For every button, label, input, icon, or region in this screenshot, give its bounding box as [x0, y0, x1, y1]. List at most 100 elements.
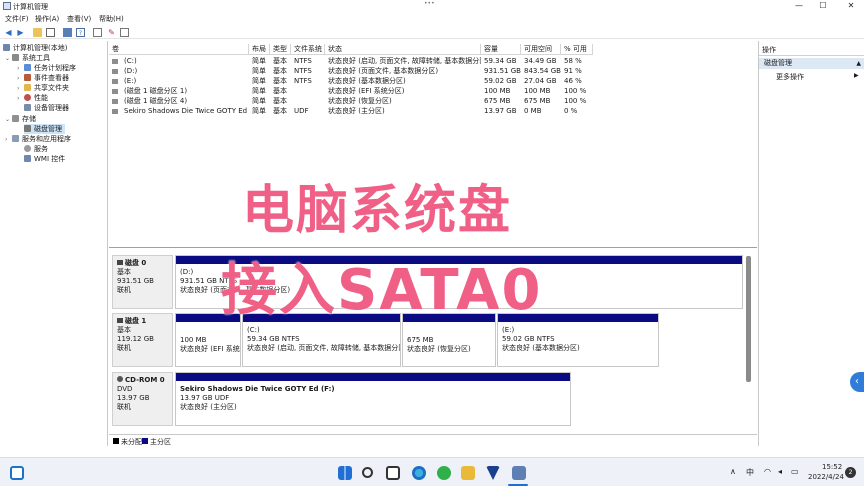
actions-disk-management[interactable]: 磁盘管理 ▲ [759, 58, 864, 69]
ime-indicator[interactable]: 中 [746, 467, 754, 478]
properties-icon[interactable] [63, 28, 72, 37]
more-options-dots[interactable]: ••• [424, 0, 435, 7]
menu-view[interactable]: 查看(V) [67, 14, 91, 24]
tree-item-services-and-apps[interactable]: › 服务和应用程序 [5, 134, 71, 144]
partition-f[interactable]: Sekiro Shadows Die Twice GOTY Ed (F:) 13… [175, 372, 571, 426]
table-cell: 状态良好 (EFI 系统分区) [328, 87, 405, 95]
forward-arrow-icon[interactable]: ▶ [16, 28, 25, 37]
table-cell: 简单 [252, 87, 266, 95]
table-cell: (E:) [124, 77, 137, 85]
tree-item-device-manager[interactable]: 设备管理器 [24, 103, 69, 113]
tree-item-performance[interactable]: › 性能 [17, 93, 48, 103]
wifi-icon[interactable]: ◠ [764, 467, 771, 476]
widgets-icon[interactable] [10, 466, 24, 480]
tree-item-shared-folders[interactable]: › 共享文件夹 [17, 83, 69, 93]
side-panel-toggle-icon[interactable]: ‹ [850, 372, 864, 392]
table-cell: 简单 [252, 77, 266, 85]
more-actions-link[interactable]: 更多操作 [776, 72, 804, 82]
tree-item-storage[interactable]: ⌄ 存储 [5, 114, 36, 124]
up-folder-icon[interactable] [33, 28, 42, 37]
more-actions-arrow-icon[interactable]: ▶ [854, 72, 859, 79]
table-cell: 100 MB [484, 87, 511, 95]
table-cell: 13.97 GB [484, 107, 517, 115]
table-cell: 简单 [252, 107, 266, 115]
table-row[interactable]: (E:) 简单 基本 NTFS 状态良好 (基本数据分区) 59.02 GB 27.04 G… [109, 76, 593, 86]
settings-icon[interactable]: ✎ [107, 28, 116, 37]
tree-item-event-viewer[interactable]: › 事件查看器 [17, 73, 69, 83]
tree-item-wmi-control[interactable]: WMI 控件 [24, 154, 65, 164]
column-header-volume[interactable]: 卷 [109, 44, 249, 55]
notification-badge[interactable]: 2 [845, 467, 856, 478]
file-explorer-icon[interactable] [461, 466, 475, 480]
column-header-capacity[interactable]: 容量 [481, 44, 521, 55]
table-cell: 基本 [273, 67, 287, 75]
performance-icon [24, 94, 31, 101]
wechat-icon[interactable] [437, 466, 451, 480]
table-row[interactable]: (C:) 简单 基本 NTFS 状态良好 (启动, 页面文件, 故障转储, 基本数据分区… [109, 56, 593, 66]
table-cell [291, 96, 325, 106]
table-cell: 基本 [273, 87, 287, 95]
speaker-icon[interactable]: ◂ [778, 467, 782, 476]
maximize-button[interactable]: ☐ [810, 0, 836, 12]
menu-file[interactable]: 文件(F) [5, 14, 29, 24]
legend-primary: 主分区 [150, 438, 171, 446]
column-header-filesystem[interactable]: 文件系统 [291, 44, 325, 55]
table-row[interactable]: (磁盘 1 磁盘分区 1) 简单 基本 状态良好 (EFI 系统分区) 100 MB 10… [109, 86, 593, 96]
column-header-type[interactable]: 类型 [270, 44, 291, 55]
menu-help[interactable]: 帮助(H) [99, 14, 124, 24]
clock-time[interactable]: 15:52 [822, 463, 842, 471]
table-row[interactable]: Sekiro Shadows Die Twice GOTY Ed (F:) 简单基… [109, 106, 593, 116]
table-cell: 0 % [564, 107, 578, 115]
legend-unallocated: 未分配 [121, 438, 142, 446]
volume-icon [112, 79, 118, 84]
tree-item-system-tools[interactable]: ⌄ 系统工具 [5, 53, 50, 63]
search-icon[interactable] [362, 467, 373, 478]
computer-management-icon [3, 2, 11, 10]
collapse-arrow-icon[interactable]: ▲ [856, 58, 861, 69]
column-header-layout[interactable]: 布局 [249, 44, 270, 55]
help-book-icon[interactable] [93, 28, 102, 37]
back-arrow-icon[interactable]: ◀ [4, 28, 13, 37]
navigation-tree: 计算机管理(本地) ⌄ 系统工具 › 任务计划程序 › 事件查看器 › 共享文件夹 › 性… [0, 41, 108, 446]
help-icon[interactable]: ? [76, 28, 85, 37]
column-header-status[interactable]: 状态 [325, 44, 481, 55]
computer-management-taskbar-icon[interactable] [512, 466, 526, 480]
edge-browser-icon[interactable] [412, 466, 426, 480]
table-cell: 基本 [273, 77, 287, 85]
app-icon[interactable] [486, 466, 500, 480]
tree-item-services[interactable]: 服务 [24, 144, 48, 154]
column-header-percent-free[interactable]: % 可用 [561, 44, 593, 55]
panel-icon[interactable] [120, 28, 129, 37]
table-cell: UDF [294, 107, 309, 115]
clock-date[interactable]: 2022/4/24 [808, 473, 844, 481]
table-cell: 27.04 GB [524, 77, 557, 85]
volume-icon [112, 69, 118, 74]
table-cell [291, 86, 325, 96]
legend: 未分配 主分区 [109, 434, 757, 446]
vertical-scrollbar[interactable] [746, 256, 751, 382]
volume-icon [112, 89, 118, 94]
tree-item-task-scheduler[interactable]: › 任务计划程序 [17, 63, 76, 73]
close-button[interactable]: ✕ [838, 0, 864, 12]
cdrom-0-label[interactable]: CD-ROM 0 DVD 13.97 GB 联机 [112, 372, 173, 426]
tray-overflow-icon[interactable]: ∧ [730, 467, 736, 476]
tree-item-disk-management[interactable]: 磁盘管理 [24, 124, 65, 134]
table-cell: 931.51 GB [484, 67, 521, 75]
disk-1-label[interactable]: 磁盘 1 基本 119.12 GB 联机 [112, 313, 173, 367]
window-title: 计算机管理 [13, 3, 48, 11]
column-header-free-space[interactable]: 可用空间 [521, 44, 561, 55]
menu-action[interactable]: 操作(A) [35, 14, 59, 24]
table-cell: 91 % [564, 67, 582, 75]
task-view-icon[interactable] [386, 466, 400, 480]
tree-item-computer-management[interactable]: 计算机管理(本地) [3, 43, 67, 53]
start-icon[interactable] [338, 466, 352, 480]
disk-0-label[interactable]: 磁盘 0 基本 931.51 GB 联机 [112, 255, 173, 309]
show-tree-icon[interactable] [46, 28, 55, 37]
table-row[interactable]: (磁盘 1 磁盘分区 4) 简单 基本 状态良好 (恢复分区) 675 MB 675 MB… [109, 96, 593, 106]
minimize-button[interactable]: — [786, 0, 812, 12]
battery-icon[interactable]: ▭ [791, 467, 799, 476]
table-row[interactable]: (D:) 简单 基本 NTFS 状态良好 (页面文件, 基本数据分区) 931.51 GB… [109, 66, 593, 76]
table-cell: NTFS [294, 57, 312, 65]
legend-primary-swatch [142, 438, 148, 444]
table-cell: 状态良好 (恢复分区) [328, 97, 392, 105]
